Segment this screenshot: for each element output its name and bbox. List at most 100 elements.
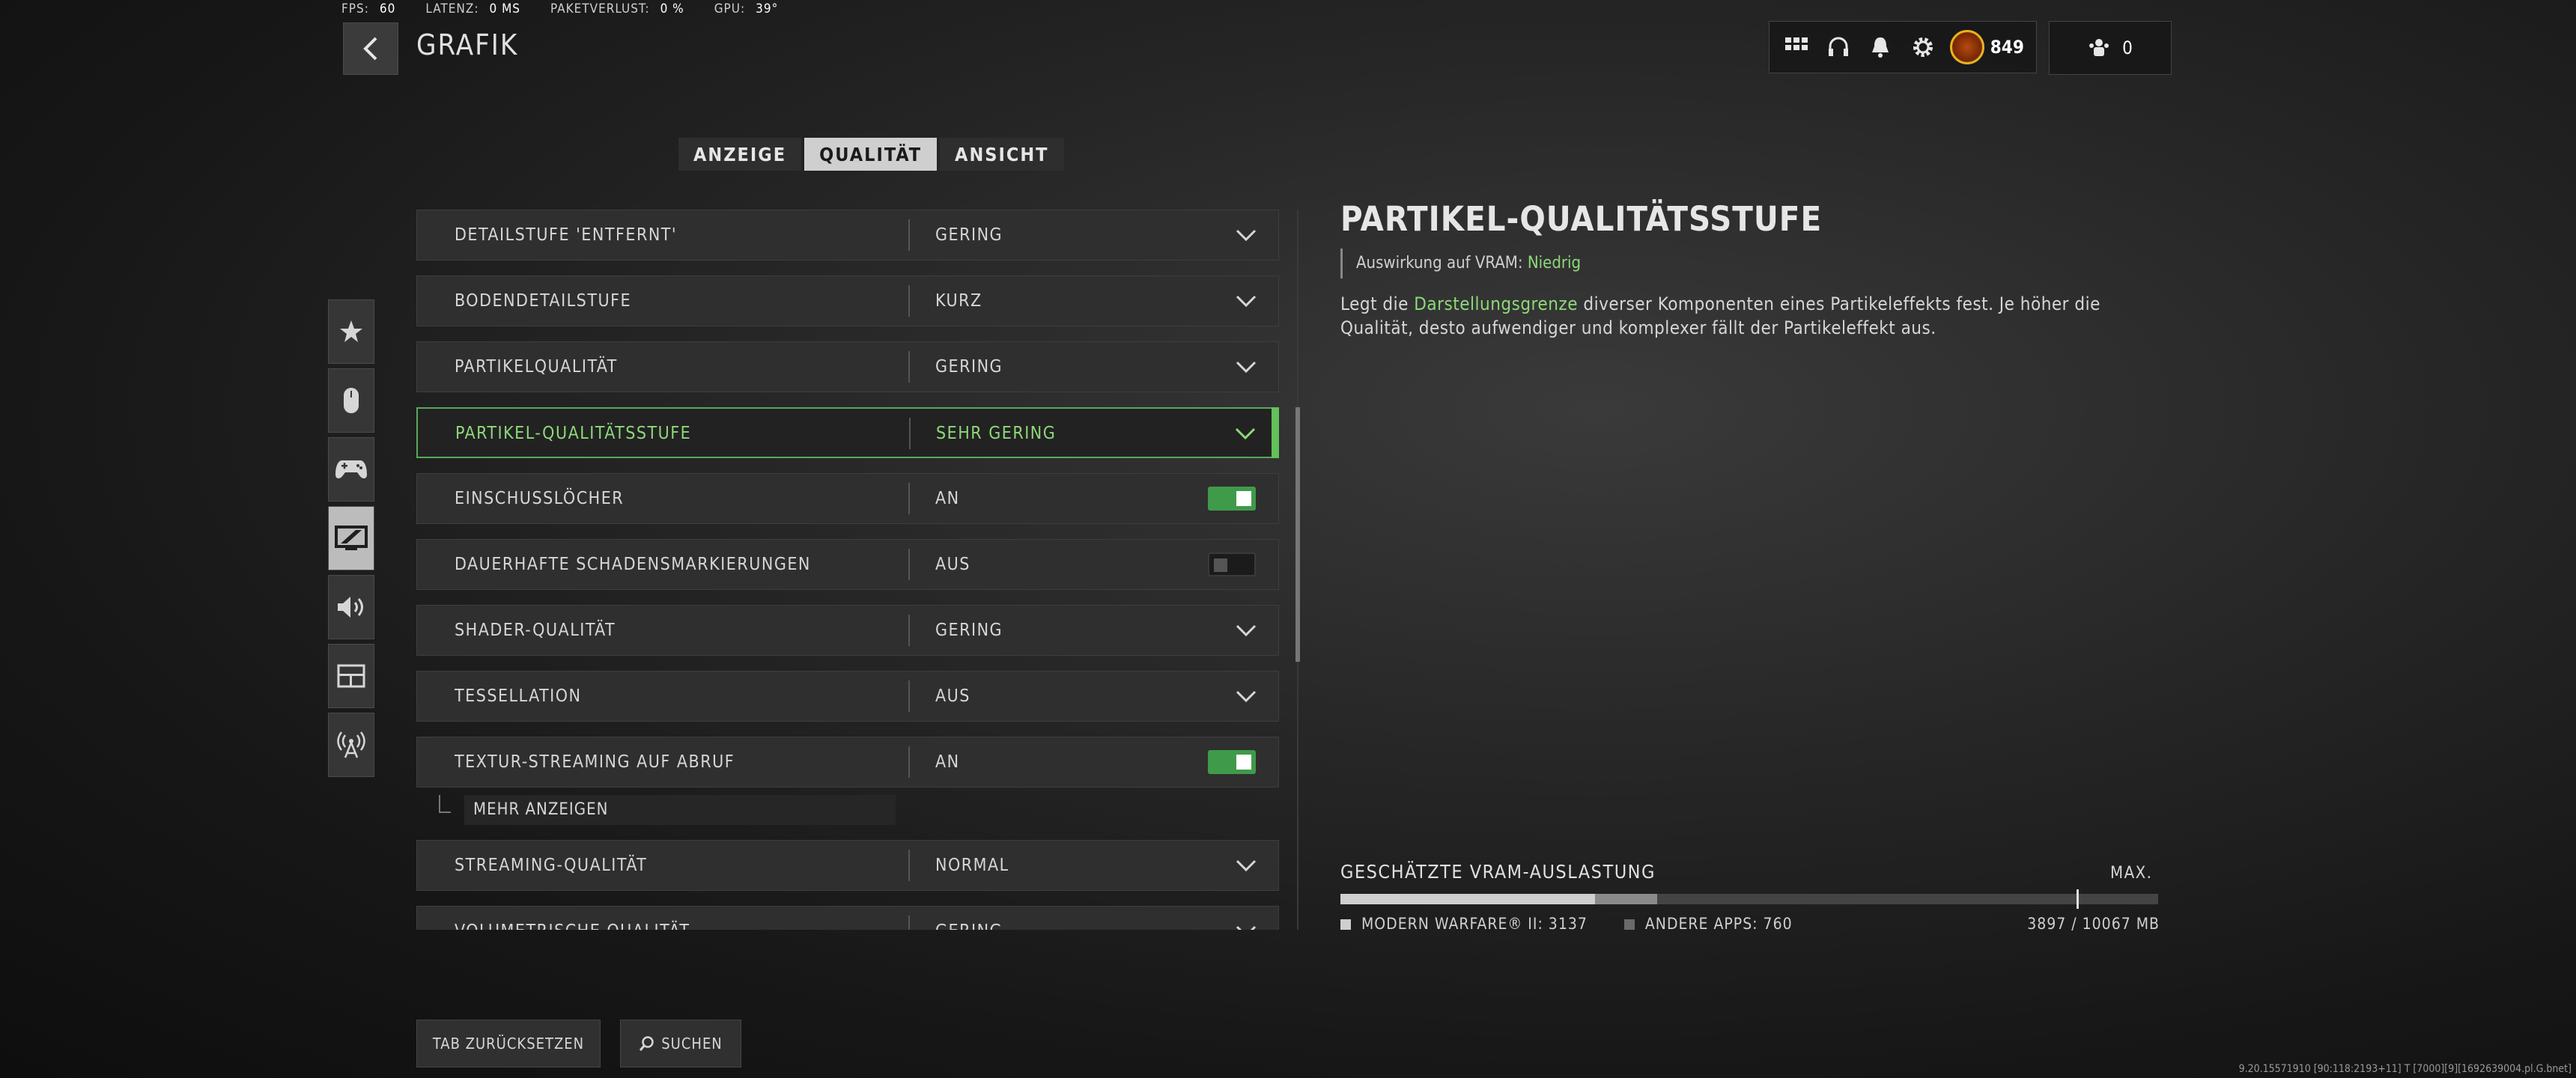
setting-row-bodendetailstufe[interactable]: BODENDETAILSTUFE KURZ — [416, 275, 1279, 326]
divider — [908, 285, 910, 317]
chevron-down-icon[interactable] — [1235, 686, 1257, 706]
setting-row-schadensmarkierungen[interactable]: DAUERHAFTE SCHADENSMARKIERUNGEN AUS — [416, 539, 1279, 590]
toggle-knob — [1236, 491, 1251, 506]
setting-row-einschussloecher[interactable]: EINSCHUSSLÖCHER AN — [416, 473, 1279, 524]
gpu-temp-label: GPU: — [714, 1, 746, 16]
tab-ansicht[interactable]: ANSICHT — [940, 138, 1064, 171]
nav-graphics[interactable] — [328, 506, 374, 570]
nav-controller[interactable] — [328, 437, 374, 502]
search-label: SUCHEN — [661, 1035, 723, 1053]
desc-text-pre: Legt die — [1340, 293, 1415, 314]
setting-value: GERING — [935, 907, 1003, 930]
chevron-down-icon[interactable] — [1235, 621, 1257, 640]
star-icon — [340, 320, 362, 342]
page-title: GRAFIK — [416, 28, 519, 61]
setting-label: DETAILSTUFE 'ENTFERNT' — [455, 225, 678, 245]
notification-bell-icon[interactable] — [1865, 32, 1895, 62]
latency-label: LATENZ: — [425, 1, 479, 16]
setting-row-streaming-qualitaet[interactable]: STREAMING-QUALITÄT NORMAL — [416, 840, 1279, 891]
vram-total: 3897 / 10067 MB — [2027, 915, 2160, 933]
controller-icon — [335, 460, 367, 479]
chevron-down-icon[interactable] — [1235, 856, 1257, 875]
toggle-switch[interactable] — [1208, 750, 1256, 774]
vram-impact-level: Niedrig — [1527, 254, 1582, 272]
nav-mouse[interactable] — [328, 368, 374, 433]
setting-value: KURZ — [935, 291, 982, 311]
headset-icon[interactable] — [1823, 32, 1853, 62]
toggle-switch[interactable] — [1208, 552, 1256, 576]
back-button[interactable] — [343, 22, 398, 75]
vram-bar-modern-warfare — [1340, 894, 1596, 904]
setting-row-shader-qualitaet[interactable]: SHADER-QUALITÄT GERING — [416, 605, 1279, 656]
performance-stats: FPS: 60 LATENZ: 0 MS PAKETVERLUST: 0 % GPU:… — [341, 1, 808, 19]
network-tower-icon — [337, 731, 365, 758]
tab-qualitaet[interactable]: QUALITÄT — [804, 138, 938, 171]
divider — [908, 680, 910, 712]
packet-loss-label: PAKETVERLUST: — [550, 1, 650, 16]
setting-label: EINSCHUSSLÖCHER — [455, 489, 625, 508]
nav-audio[interactable] — [328, 575, 374, 639]
divider — [908, 850, 910, 881]
settings-gear-icon[interactable] — [1908, 32, 1938, 62]
chevron-down-icon[interactable] — [1235, 357, 1257, 377]
vram-usage-heading: GESCHÄTZTE VRAM-AUSLASTUNG — [1340, 861, 1656, 883]
gpu-temp-value: 39° — [756, 1, 779, 16]
divider — [909, 418, 911, 449]
toggle-switch[interactable] — [1208, 487, 1256, 511]
setting-label: TESSELLATION — [455, 686, 582, 706]
setting-row-partikel-qualitaetsstufe[interactable]: PARTIKEL-QUALITÄTSSTUFE SEHR GERING — [416, 407, 1279, 458]
nav-favorites[interactable] — [328, 299, 374, 364]
divider — [908, 746, 910, 778]
toggle-knob — [1236, 755, 1251, 770]
setting-row-detail-entfernt[interactable]: DETAILSTUFE 'ENTFERNT' GERING — [416, 210, 1279, 261]
legend-mw-label: MODERN WARFARE® II: 3137 — [1361, 915, 1588, 933]
latency-value: 0 MS — [489, 1, 520, 16]
setting-value: AUS — [935, 555, 970, 574]
vram-usage-bar — [1340, 889, 2158, 909]
vram-max-label: MAX. — [2110, 864, 2153, 883]
fps-label: FPS: — [341, 1, 369, 16]
divider — [908, 916, 910, 930]
settings-category-nav — [328, 299, 374, 782]
setting-row-tessellation[interactable]: TESSELLATION AUS — [416, 671, 1279, 722]
desc-highlight: Darstellungsgrenze — [1414, 293, 1578, 314]
detail-description: Legt die Darstellungsgrenze diverser Kom… — [1340, 292, 2164, 340]
reset-tab-button[interactable]: TAB ZURÜCKSETZEN — [416, 1020, 601, 1068]
setting-row-volumetrische-qualitaet[interactable]: VOLUMETRISCHE QUALITÄT GERING — [416, 906, 1279, 930]
nav-network[interactable] — [328, 713, 374, 777]
setting-row-partikelqualitaet[interactable]: PARTIKELQUALITÄT GERING — [416, 341, 1279, 392]
scrollbar-thumb[interactable] — [1295, 407, 1300, 662]
setting-label: SHADER-QUALITÄT — [455, 621, 616, 640]
chevron-down-icon[interactable] — [1234, 424, 1257, 443]
party-button[interactable]: 0 — [2049, 21, 2172, 75]
legend-swatch-mw — [1340, 919, 1351, 930]
setting-label: VOLUMETRISCHE QUALITÄT — [455, 907, 690, 930]
setting-label: PARTIKELQUALITÄT — [455, 357, 618, 377]
party-members-icon — [2089, 39, 2109, 56]
search-button[interactable]: SUCHEN — [620, 1020, 741, 1068]
top-toolbar: 849 — [1769, 21, 2037, 73]
chevron-down-icon[interactable] — [1235, 225, 1257, 245]
settings-tabs: ANZEIGE QUALITÄT ANSICHT — [678, 138, 1064, 171]
show-more-link[interactable]: MEHR ANZEIGEN — [439, 795, 896, 825]
divider — [908, 615, 910, 646]
divider — [908, 483, 910, 514]
setting-value: NORMAL — [935, 856, 1009, 875]
tab-anzeige[interactable]: ANZEIGE — [678, 138, 802, 171]
setting-value: GERING — [935, 225, 1003, 245]
cod-points[interactable]: 849 — [1949, 30, 2024, 64]
show-more-label: MEHR ANZEIGEN — [464, 795, 896, 825]
nav-interface[interactable] — [328, 644, 374, 708]
party-count: 0 — [2122, 37, 2133, 58]
chevron-down-icon[interactable] — [1235, 922, 1257, 930]
settings-list: DETAILSTUFE 'ENTFERNT' GERING BODENDETAI… — [416, 210, 1279, 930]
build-info: 9.20.15571910 [90:118:2193+11] T [7000][… — [2238, 1063, 2572, 1075]
legend-swatch-other — [1623, 919, 1635, 930]
speaker-icon — [338, 597, 363, 618]
vram-impact: Auswirkung auf VRAM: Niedrig — [1340, 249, 1581, 278]
setting-value: SEHR GERING — [936, 424, 1057, 443]
setting-row-textur-streaming[interactable]: TEXTUR-STREAMING AUF ABRUF AN — [416, 737, 1279, 788]
grid-menu-icon[interactable] — [1781, 32, 1811, 62]
vram-legend: MODERN WARFARE® II: 3137 ANDERE APPS: 76… — [1340, 915, 2160, 933]
chevron-down-icon[interactable] — [1235, 291, 1257, 311]
